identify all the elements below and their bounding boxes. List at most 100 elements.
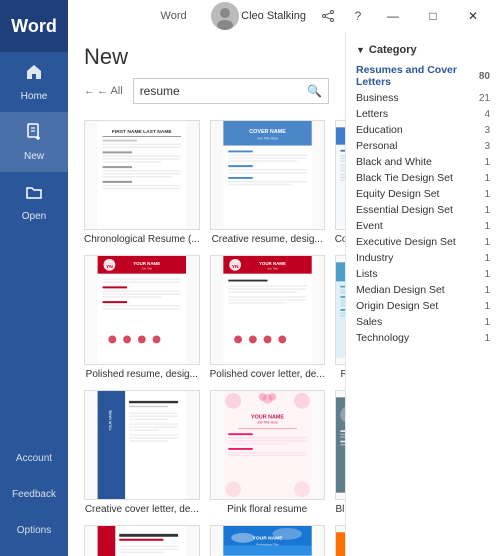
sidebar-home-label: Home: [21, 91, 48, 102]
home-icon: [24, 62, 44, 87]
category-count: 1: [484, 189, 490, 200]
category-item[interactable]: Personal 3: [346, 138, 500, 154]
search-icon[interactable]: 🔍: [307, 84, 322, 98]
svg-text:YOUR NAME: YOUR NAME: [252, 536, 283, 542]
collapse-icon[interactable]: ▼: [356, 45, 365, 55]
svg-text:COVER NAME: COVER NAME: [249, 129, 286, 135]
template-item[interactable]: YOUR NAME Subtitle / Job Title: [335, 255, 345, 380]
category-item[interactable]: Letters 4: [346, 106, 500, 122]
template-thumbnail: YOUR NAME Professional Title: [210, 525, 325, 556]
svg-text:YOUR NAME: YOUR NAME: [108, 409, 112, 430]
template-thumbnail: NAME HERE: [335, 390, 345, 500]
sidebar-item-new[interactable]: New: [0, 112, 68, 172]
page-title: New: [68, 32, 345, 78]
category-item[interactable]: Black Tie Design Set 1: [346, 170, 500, 186]
sidebar-item-options[interactable]: Options: [0, 512, 68, 548]
template-item[interactable]: COVER LETTER Cov: [335, 120, 345, 245]
search-bar: ← ← All 🔍: [68, 78, 345, 112]
template-thumbnail: YOUR NAME Subtitle / Job Title: [335, 255, 345, 365]
category-item[interactable]: Black and White 1: [346, 154, 500, 170]
help-button[interactable]: ?: [344, 2, 372, 30]
sidebar: Word Home New Open: [0, 0, 68, 556]
close-button[interactable]: ✕: [454, 0, 492, 32]
new-icon: [24, 122, 44, 147]
template-item[interactable]: NAME HERE: [335, 390, 345, 515]
category-label: Median Design Set: [356, 284, 445, 296]
maximize-button[interactable]: □: [414, 0, 452, 32]
back-arrow-icon: ←: [84, 85, 95, 97]
share-button[interactable]: [314, 2, 342, 30]
category-count: 1: [484, 173, 490, 184]
category-count: 3: [484, 125, 490, 136]
category-item[interactable]: Equity Design Set 1: [346, 186, 500, 202]
category-item[interactable]: Median Design Set 1: [346, 282, 500, 298]
category-label: Equity Design Set: [356, 188, 439, 200]
template-thumbnail: YN YOUR NAME Job Title: [84, 255, 200, 365]
category-item[interactable]: Technology 1: [346, 330, 500, 346]
account-label: Account: [16, 453, 52, 464]
category-count: 1: [484, 221, 490, 232]
template-item[interactable]: YN YOUR NAME Job Title: [84, 255, 200, 380]
category-item[interactable]: Resumes and Cover Letters 80: [346, 62, 500, 90]
template-item[interactable]: YN YOUR NAME Job Title: [210, 255, 325, 380]
category-item[interactable]: Sales 1: [346, 314, 500, 330]
category-label: Event: [356, 220, 383, 232]
template-label: Cover letter (blue): [335, 234, 345, 245]
sidebar-item-open[interactable]: Open: [0, 172, 68, 232]
template-thumbnail: YOUR NAME Job Title: [335, 525, 345, 556]
category-item[interactable]: Lists 1: [346, 266, 500, 282]
sidebar-open-label: Open: [22, 211, 46, 222]
feedback-label: Feedback: [12, 489, 56, 500]
category-count: 1: [484, 157, 490, 168]
template-item[interactable]: YOUR NAME Job Title: [335, 525, 345, 556]
template-item[interactable]: YOUR NAME: [84, 390, 200, 515]
user-avatar[interactable]: [211, 2, 239, 30]
template-item[interactable]: BM: [84, 525, 200, 556]
open-icon: [24, 182, 44, 207]
category-item[interactable]: Origin Design Set 1: [346, 298, 500, 314]
template-label: Resume (color): [335, 369, 345, 380]
template-label: Blue grey resume: [335, 504, 345, 515]
template-thumbnail: FIRST NAME LAST NAME: [84, 120, 200, 230]
category-count: 21: [479, 93, 490, 104]
category-item[interactable]: Executive Design Set 1: [346, 234, 500, 250]
search-input[interactable]: [140, 84, 307, 98]
template-thumbnail: BM: [84, 525, 200, 556]
template-label: Creative resume, desig...: [210, 234, 325, 245]
svg-text:Job Title: Job Title: [267, 267, 278, 271]
template-item[interactable]: YOUR NAME Professional Title: [210, 525, 325, 556]
template-item[interactable]: COVER NAME Job Title Here: [210, 120, 325, 245]
category-item[interactable]: Business 21: [346, 90, 500, 106]
category-count: 1: [484, 333, 490, 344]
minimize-button[interactable]: —: [374, 0, 412, 32]
back-to-all[interactable]: ← ← All: [84, 85, 123, 97]
category-item[interactable]: Education 3: [346, 122, 500, 138]
svg-text:FIRST NAME LAST NAME: FIRST NAME LAST NAME: [112, 129, 173, 135]
category-label: Industry: [356, 252, 393, 264]
svg-text:YOUR NAME: YOUR NAME: [259, 261, 286, 266]
sidebar-item-feedback[interactable]: Feedback: [0, 476, 68, 512]
svg-text:YOUR NAME: YOUR NAME: [133, 261, 160, 266]
category-label: Origin Design Set: [356, 300, 438, 312]
template-thumbnail: YOUR NAME: [84, 390, 200, 500]
template-item[interactable]: FIRST NAME LAST NAME: [84, 120, 200, 245]
category-header: ▼ Category: [346, 40, 500, 62]
svg-text:Job Title: Job Title: [141, 267, 152, 271]
template-item[interactable]: YOUR NAME Job Title Here Pink fl: [210, 390, 325, 515]
sidebar-new-label: New: [24, 151, 44, 162]
sidebar-item-home[interactable]: Home: [0, 52, 68, 112]
titlebar: Word Cleo Stalking ? — □ ✕: [68, 0, 500, 32]
category-item[interactable]: Industry 1: [346, 250, 500, 266]
category-item[interactable]: Event 1: [346, 218, 500, 234]
sidebar-item-account[interactable]: Account: [0, 440, 68, 476]
category-label: Technology: [356, 332, 409, 344]
category-item[interactable]: Essential Design Set 1: [346, 202, 500, 218]
category-count: 1: [484, 253, 490, 264]
category-count: 1: [484, 317, 490, 328]
back-label: ← All: [97, 85, 123, 97]
category-label: Personal: [356, 140, 397, 152]
template-label: Pink floral resume: [210, 504, 325, 515]
content-area: New ← ← All 🔍: [68, 32, 500, 556]
category-count: 4: [484, 109, 490, 120]
search-input-wrap[interactable]: 🔍: [133, 78, 329, 104]
